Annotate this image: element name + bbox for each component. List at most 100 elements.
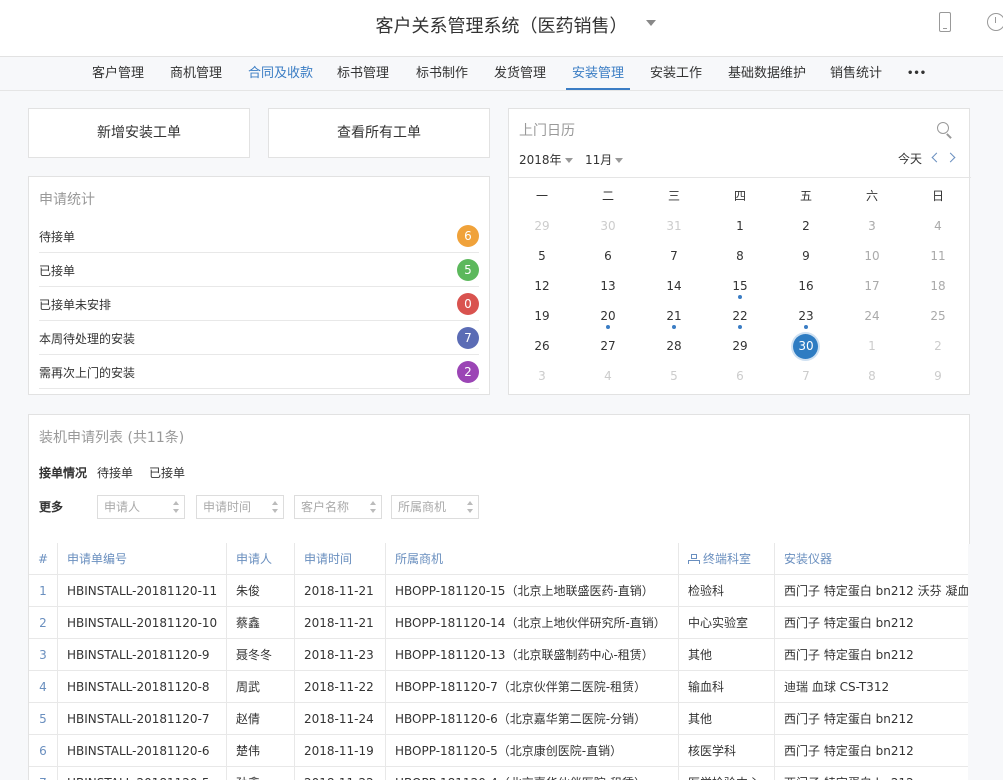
- calendar-day[interactable]: 3: [509, 361, 575, 391]
- calendar-day[interactable]: 23: [773, 301, 839, 331]
- table-row[interactable]: 4 HBINSTALL-20181120-8 周武 2018-11-22 HBOPP-1…: [29, 671, 968, 703]
- stat-badge: 0: [457, 293, 479, 315]
- calendar-day[interactable]: 27: [575, 331, 641, 361]
- table-row[interactable]: 3 HBINSTALL-20181120-9 聂冬冬 2018-11-23 HBOPP-…: [29, 639, 968, 671]
- new-install-order-button[interactable]: 新增安装工单: [28, 108, 250, 158]
- cell-apply-time: 2018-11-24: [295, 703, 386, 735]
- stat-row-accepted[interactable]: 已接单 5: [39, 253, 479, 287]
- calendar-day-number: 8: [736, 249, 744, 263]
- nav-item-tender-make[interactable]: 标书制作: [416, 57, 468, 90]
- nav-more-icon[interactable]: •••: [907, 57, 926, 90]
- calendar-day[interactable]: 8: [839, 361, 905, 391]
- calendar-day[interactable]: 21: [641, 301, 707, 331]
- view-all-orders-button[interactable]: 查看所有工单: [268, 108, 490, 158]
- calendar-day[interactable]: 16: [773, 271, 839, 301]
- column-header-apply-time[interactable]: 申请时间: [295, 543, 386, 575]
- mobile-icon[interactable]: [939, 12, 951, 32]
- table-row[interactable]: 1 HBINSTALL-20181120-11 朱俊 2018-11-21 HBOPP-…: [29, 575, 968, 607]
- calendar-day[interactable]: 20: [575, 301, 641, 331]
- calendar-day[interactable]: 6: [707, 361, 773, 391]
- column-header-instrument[interactable]: 安装仪器: [775, 543, 968, 575]
- chevron-down-icon[interactable]: [646, 20, 656, 26]
- stat-row-this-week[interactable]: 本周待处理的安装 7: [39, 321, 479, 355]
- stat-row-pending[interactable]: 待接单 6: [39, 219, 479, 253]
- app-title[interactable]: 客户关系管理系统（医药销售）: [0, 12, 1003, 38]
- column-header-index: #: [29, 543, 58, 575]
- calendar-day[interactable]: 5: [641, 361, 707, 391]
- nav-item-install-mgmt[interactable]: 安装管理: [566, 57, 631, 90]
- filter-option-pending[interactable]: 待接单: [97, 464, 133, 481]
- column-header-applicant[interactable]: 申请人: [227, 543, 295, 575]
- year-select[interactable]: 2018年: [519, 151, 573, 168]
- nav-item-customer[interactable]: 客户管理: [92, 57, 144, 90]
- calendar-day[interactable]: 17: [839, 271, 905, 301]
- calendar-day[interactable]: 30: [575, 211, 641, 241]
- calendar-day[interactable]: 7: [641, 241, 707, 271]
- calendar-day[interactable]: 9: [773, 241, 839, 271]
- nav-item-opportunity[interactable]: 商机管理: [170, 57, 222, 90]
- calendar-day[interactable]: 1: [707, 211, 773, 241]
- nav-item-sales-stats[interactable]: 销售统计: [830, 57, 882, 90]
- calendar-day[interactable]: 29: [707, 331, 773, 361]
- filter-option-accepted[interactable]: 已接单: [149, 464, 185, 481]
- calendar-day[interactable]: 8: [707, 241, 773, 271]
- stat-row-revisit[interactable]: 需再次上门的安装 2: [39, 355, 479, 389]
- calendar-day-selected[interactable]: 30: [773, 331, 839, 361]
- calendar-day[interactable]: 4: [575, 361, 641, 391]
- column-header-department-label: 终端科室: [703, 552, 752, 566]
- calendar-day[interactable]: 7: [773, 361, 839, 391]
- column-header-department[interactable]: 终端科室: [679, 543, 775, 575]
- calendar-day[interactable]: 19: [509, 301, 575, 331]
- calendar-day[interactable]: 10: [839, 241, 905, 271]
- search-icon[interactable]: [937, 122, 949, 134]
- nav-item-tender[interactable]: 标书管理: [337, 57, 389, 90]
- calendar-day[interactable]: 15: [707, 271, 773, 301]
- calendar-day[interactable]: 4: [905, 211, 971, 241]
- today-button[interactable]: 今天: [898, 150, 922, 167]
- calendar-day[interactable]: 18: [905, 271, 971, 301]
- nav-item-install-work[interactable]: 安装工作: [650, 57, 702, 90]
- table-row[interactable]: 5 HBINSTALL-20181120-7 赵倩 2018-11-24 HBOPP-1…: [29, 703, 968, 735]
- table-row[interactable]: 7HBINSTALL-20181120-5孙鑫2018-11-22HBOPP-1…: [29, 767, 968, 780]
- calendar-day[interactable]: 14: [641, 271, 707, 301]
- calendar-day[interactable]: 13: [575, 271, 641, 301]
- cell-applicant: 赵倩: [227, 703, 295, 735]
- month-select[interactable]: 11月: [585, 151, 624, 168]
- filter-opportunity[interactable]: 所属商机: [391, 495, 479, 519]
- nav-item-contract[interactable]: 合同及收款: [248, 57, 313, 90]
- nav-item-basic-data[interactable]: 基础数据维护: [728, 57, 806, 90]
- cell-order-no: HBINSTALL-20181120-8: [58, 671, 227, 703]
- clock-icon[interactable]: [987, 13, 1003, 31]
- calendar-day[interactable]: 24: [839, 301, 905, 331]
- calendar-day[interactable]: 28: [641, 331, 707, 361]
- column-header-order-no[interactable]: 申请单编号: [58, 543, 227, 575]
- table-row[interactable]: 6 HBINSTALL-20181120-6 楚伟 2018-11-19 HBOPP-1…: [29, 735, 968, 767]
- filter-apply-time[interactable]: 申请时间: [196, 495, 284, 519]
- filter-applicant[interactable]: 申请人: [97, 495, 185, 519]
- calendar-day[interactable]: 25: [905, 301, 971, 331]
- chevron-left-icon[interactable]: [931, 152, 942, 163]
- calendar-day[interactable]: 5: [509, 241, 575, 271]
- calendar-day-number: 30: [798, 339, 814, 353]
- nav-item-shipping[interactable]: 发货管理: [494, 57, 546, 90]
- stat-row-unscheduled[interactable]: 已接单未安排 0: [39, 287, 479, 321]
- column-header-opportunity[interactable]: 所属商机: [386, 543, 679, 575]
- calendar-day[interactable]: 22: [707, 301, 773, 331]
- calendar-day[interactable]: 1: [839, 331, 905, 361]
- calendar-day[interactable]: 3: [839, 211, 905, 241]
- calendar-day[interactable]: 6: [575, 241, 641, 271]
- sort-icon: [173, 501, 179, 513]
- calendar-day[interactable]: 31: [641, 211, 707, 241]
- chevron-right-icon[interactable]: [945, 152, 956, 163]
- calendar-day[interactable]: 9: [905, 361, 971, 391]
- filter-customer-name[interactable]: 客户名称: [294, 495, 382, 519]
- calendar-day[interactable]: 26: [509, 331, 575, 361]
- calendar-day[interactable]: 12: [509, 271, 575, 301]
- calendar-day[interactable]: 11: [905, 241, 971, 271]
- table-row[interactable]: 2 HBINSTALL-20181120-10 蔡鑫 2018-11-21 HBOPP-…: [29, 607, 968, 639]
- event-dot: [672, 325, 676, 329]
- calendar-day[interactable]: 2: [773, 211, 839, 241]
- calendar-day[interactable]: 29: [509, 211, 575, 241]
- calendar-day[interactable]: 2: [905, 331, 971, 361]
- weekday-header: 日: [931, 189, 944, 203]
